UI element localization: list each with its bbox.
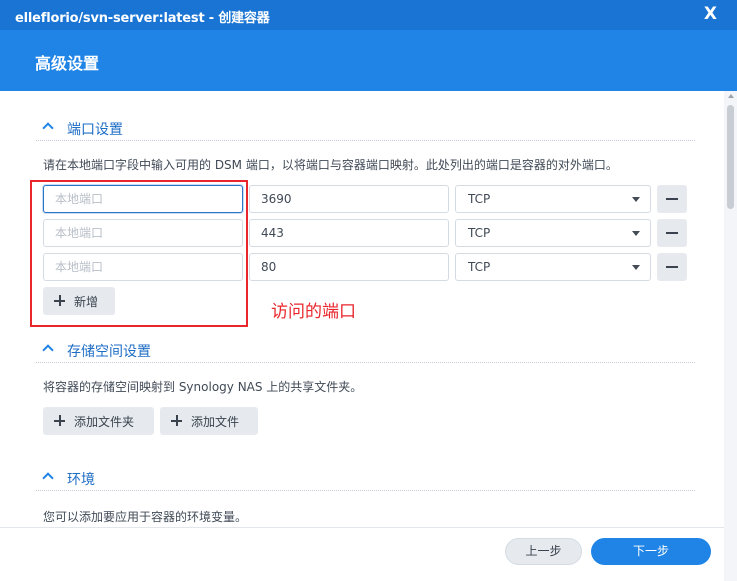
ports-description: 请在本地端口字段中输入可用的 DSM 端口，以将端口与容器端口映射。此处列出的端… [43,158,618,172]
add-folder-label: 添加文件夹 [74,415,135,429]
storage-section-header[interactable]: 存储空间设置 [36,339,695,363]
protocol-select-3[interactable]: TCP [455,253,651,281]
ports-section-title: 端口设置 [67,122,123,138]
storage-description: 将容器的存储空间映射到 Synology NAS 上的共享文件夹。 [43,380,363,394]
protocol-value-2: TCP [468,226,491,240]
container-port-input-3[interactable]: 80 [249,253,449,281]
env-description: 您可以添加要应用于容器的环境变量。 [43,510,248,524]
env-section-header[interactable]: 环境 [36,467,695,491]
protocol-value-1: TCP [468,192,491,206]
next-button[interactable]: 下一步 [591,538,711,565]
scrollbar-thumb[interactable] [727,105,734,209]
remove-port-button-3[interactable] [657,253,687,281]
container-port-input-2[interactable]: 443 [249,219,449,247]
content-scrollbar[interactable] [724,91,737,581]
plus-icon [171,415,182,426]
minus-icon [666,266,678,268]
page-title: 高级设置 [35,54,100,73]
protocol-select-2[interactable]: TCP [455,219,651,247]
ports-section-header[interactable]: 端口设置 [36,117,695,141]
dropdown-caret-icon [632,265,640,270]
remove-port-button-1[interactable] [657,185,687,213]
minus-icon [666,232,678,234]
container-port-input-1[interactable]: 3690 [249,185,449,213]
annotation-highlight-box [30,180,248,327]
chevron-up-icon[interactable] [42,122,54,134]
add-file-button[interactable]: 添加文件 [160,407,258,435]
minus-icon [666,198,678,200]
chevron-up-icon[interactable] [42,472,54,484]
dropdown-caret-icon [632,231,640,236]
env-section-title: 环境 [67,472,95,488]
protocol-select-1[interactable]: TCP [455,185,651,213]
close-icon[interactable]: X [704,4,717,24]
previous-button[interactable]: 上一步 [505,538,582,565]
plus-icon [54,415,65,426]
storage-section-title: 存储空间设置 [67,344,151,360]
dropdown-caret-icon [632,197,640,202]
remove-port-button-2[interactable] [657,219,687,247]
chevron-up-icon[interactable] [42,344,54,356]
add-folder-button[interactable]: 添加文件夹 [43,407,154,435]
protocol-value-3: TCP [468,260,491,274]
window-title: elleflorio/svn-server:latest - 创建容器 [15,11,270,26]
annotation-text: 访问的端口 [271,302,356,322]
dialog-header: 高级设置 [0,30,737,91]
add-file-label: 添加文件 [191,415,240,429]
window-titlebar: elleflorio/svn-server:latest - 创建容器 X [0,0,737,30]
dialog-footer: 上一步 下一步 [0,527,724,581]
scroll-up-arrow-icon[interactable] [728,94,734,98]
